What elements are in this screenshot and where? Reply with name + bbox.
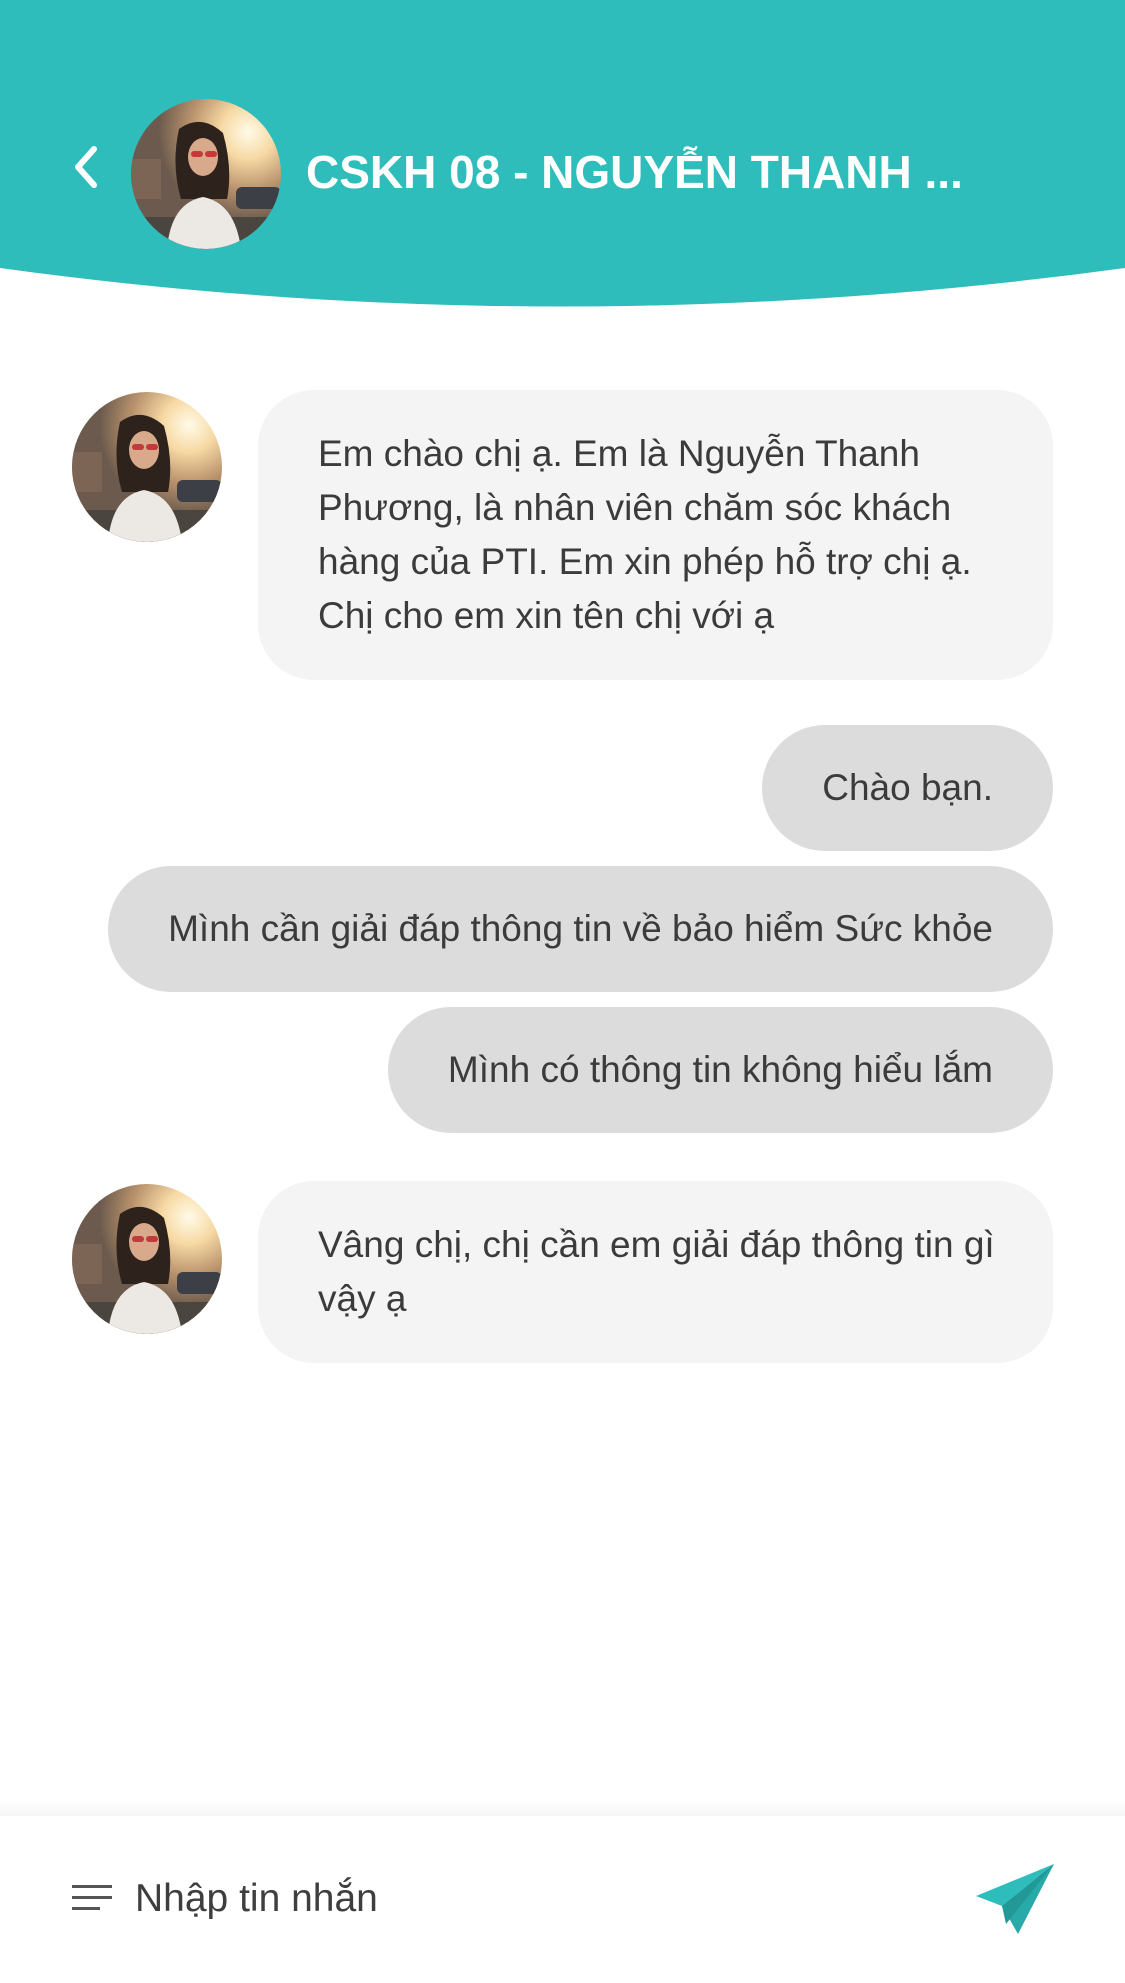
outgoing-message: Mình có thông tin không hiểu lắm [387, 1007, 1053, 1133]
chat-header: CSKH 08 - NGUYỄN THANH ... [0, 0, 1125, 310]
back-button[interactable] [58, 135, 114, 199]
avatar-photo [72, 1184, 222, 1334]
contact-avatar[interactable] [131, 99, 281, 249]
paper-plane-icon [976, 1864, 1054, 1934]
message-input[interactable] [135, 1868, 935, 1930]
agent-avatar [72, 1184, 222, 1334]
message-composer [0, 1816, 1125, 1983]
chevron-left-icon [75, 146, 97, 188]
menu-lines-icon[interactable] [72, 1884, 112, 1912]
avatar-photo [131, 99, 281, 249]
incoming-message: Em chào chị ạ. Em là Nguyễn Thanh Phương… [258, 390, 1053, 680]
contact-name: CSKH 08 - NGUYỄN THANH ... [306, 146, 963, 198]
avatar-photo [72, 392, 222, 542]
send-button[interactable] [974, 1862, 1056, 1936]
outgoing-message: Chào bạn. [762, 725, 1053, 851]
incoming-message: Vâng chị, chị cần em giải đáp thông tin … [258, 1181, 1053, 1363]
outgoing-message: Mình cần giải đáp thông tin về bảo hiểm … [108, 866, 1053, 992]
agent-avatar [72, 392, 222, 542]
